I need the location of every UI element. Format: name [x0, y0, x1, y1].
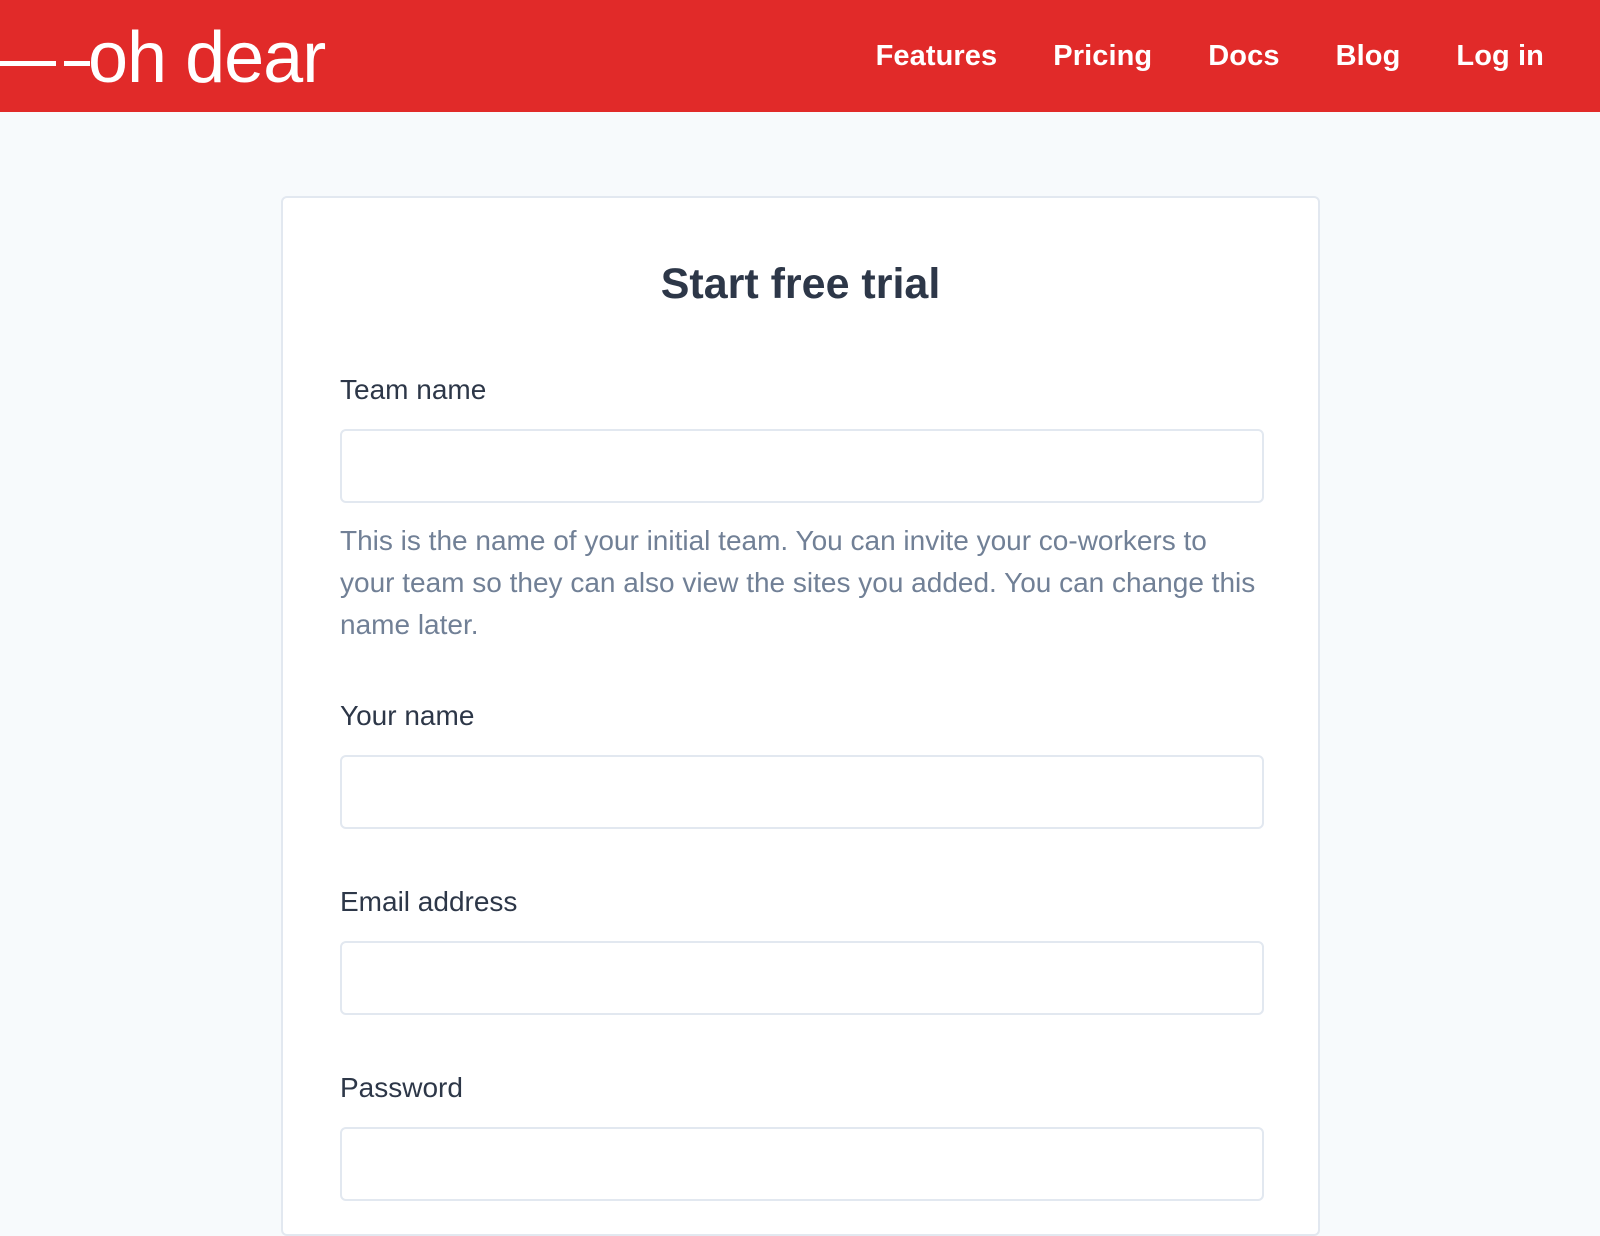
nav-link-features[interactable]: Features	[876, 40, 998, 73]
team-name-help-text: This is the name of your initial team. Y…	[340, 525, 1256, 640]
page-title: Start free trial	[660, 260, 941, 308]
oh-dear-logo[interactable]: oh dear	[0, 18, 360, 94]
brand-wordmark: oh dear	[88, 18, 325, 94]
nav-link-login[interactable]: Log in	[1456, 40, 1544, 73]
top-navigation-bar: oh dear Features Pricing Docs Blog Log i…	[0, 0, 1600, 112]
signup-card: Start free trial Team name This is the n…	[281, 196, 1320, 1236]
your-name-label: Your name	[340, 700, 475, 731]
email-address-input[interactable]	[340, 941, 1264, 1015]
nav-link-blog[interactable]: Blog	[1336, 40, 1401, 73]
email-address-label: Email address	[340, 886, 518, 917]
nav-link-docs[interactable]: Docs	[1208, 40, 1279, 73]
main-nav: Features Pricing Docs Blog Log in	[876, 0, 1544, 112]
your-name-input[interactable]	[340, 755, 1264, 829]
oh-dear-logo-icon: oh dear	[0, 18, 326, 94]
nav-link-pricing[interactable]: Pricing	[1053, 40, 1152, 73]
password-input[interactable]	[340, 1127, 1264, 1201]
password-label: Password	[340, 1072, 463, 1103]
team-name-label: Team name	[340, 374, 487, 405]
team-name-input[interactable]	[340, 429, 1264, 503]
